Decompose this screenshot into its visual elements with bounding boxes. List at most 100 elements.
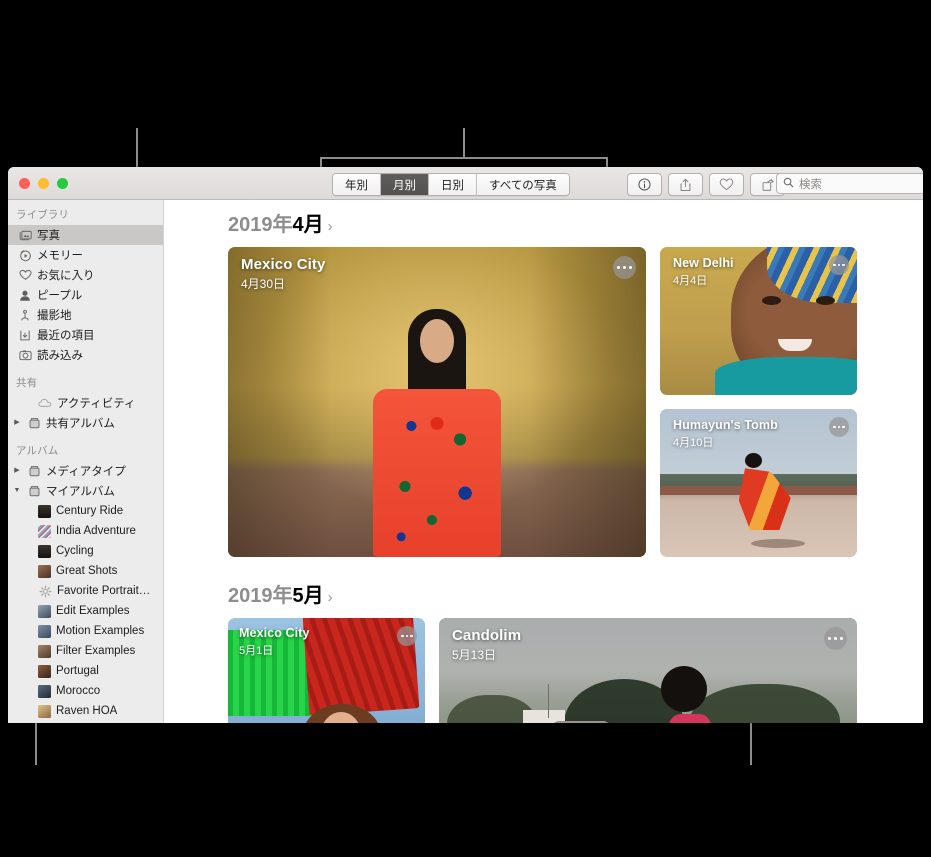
album-thumbnail <box>38 624 51 638</box>
view-mode-segmented-control[interactable]: 年別 月別 日別 すべての写真 <box>332 173 570 196</box>
sidebar-item-memories[interactable]: メモリー <box>8 245 163 265</box>
sidebar-item-label: Favorite Portrait… <box>57 585 151 597</box>
search-icon <box>783 175 794 193</box>
minimize-window-button[interactable] <box>38 178 49 189</box>
chevron-right-icon[interactable]: › <box>328 589 333 606</box>
ellipsis-icon <box>833 636 838 641</box>
album-thumbnail <box>38 564 51 578</box>
people-icon <box>18 288 32 302</box>
callout-albums-bottom-line <box>35 720 37 765</box>
month-header-april[interactable]: 2019年 4月 › <box>165 200 923 247</box>
chevron-right-icon[interactable]: › <box>328 218 333 235</box>
ellipsis-icon <box>405 634 409 638</box>
sidebar-item-import[interactable]: 読み込み <box>8 345 163 365</box>
chevron-down-icon[interactable]: ▼ <box>12 481 22 501</box>
ellipsis-icon <box>842 263 846 267</box>
photo-detail-face <box>420 319 454 363</box>
segment-all-photos[interactable]: すべての写真 <box>477 174 569 195</box>
traffic-lights <box>19 178 68 189</box>
sidebar-item-recents[interactable]: 最近の項目 <box>8 325 163 345</box>
sidebar-item-shared-albums[interactable]: ▶ 共有アルバム <box>8 413 163 433</box>
photo-card-more-button[interactable] <box>397 626 417 646</box>
sidebar-item-motion-examples[interactable]: Motion Examples <box>8 621 163 641</box>
sidebar-item-label: Great Shots <box>56 565 118 577</box>
sidebar-item-label: Cycling <box>56 545 94 557</box>
sidebar[interactable]: ライブラリ 写真 メモリー お気に入り ピープル 撮影地 最近の項目 読み込み … <box>8 200 164 723</box>
sidebar-item-label: Portugal <box>56 665 99 677</box>
album-thumbnail <box>38 704 51 718</box>
photo-card-more-button[interactable] <box>829 417 849 437</box>
favorite-button[interactable] <box>709 173 744 196</box>
sidebar-item-activity[interactable]: アクティビティ <box>8 393 163 413</box>
album-thumbnail <box>38 524 51 538</box>
sidebar-item-century-ride[interactable]: Century Ride <box>8 501 163 521</box>
sidebar-item-favorite-portraits[interactable]: Favorite Portrait… <box>8 581 163 601</box>
sidebar-item-label: メディアタイプ <box>46 466 126 478</box>
search-field[interactable]: 検索 <box>776 173 923 194</box>
album-thumbnail <box>38 644 51 658</box>
callout-toolbar-stem <box>463 128 465 158</box>
photo-card-more-button[interactable] <box>824 627 847 650</box>
info-icon <box>638 178 651 191</box>
album-thumbnail <box>38 684 51 698</box>
import-icon <box>18 348 32 362</box>
month-row-april: Mexico City 4月30日 New Delhi 4月4日 Humayun… <box>165 247 923 557</box>
places-icon <box>18 308 32 322</box>
photo-detail-shirt <box>715 356 857 395</box>
search-input[interactable]: 検索 <box>799 176 822 192</box>
memories-icon <box>18 248 32 262</box>
sidebar-section-header-library: ライブラリ <box>16 209 69 221</box>
photo-card-mexico-city-may[interactable]: Mexico City 5月1日 <box>228 618 425 723</box>
close-window-button[interactable] <box>19 178 30 189</box>
toolbar-button-group <box>627 173 785 196</box>
sidebar-item-media-types[interactable]: ▶ メディアタイプ <box>8 461 163 481</box>
ellipsis-icon <box>400 634 404 638</box>
zoom-window-button[interactable] <box>57 178 68 189</box>
photo-card-new-delhi[interactable]: New Delhi 4月4日 <box>660 247 857 395</box>
sidebar-item-label: India Adventure <box>56 525 136 537</box>
sidebar-item-great-shots[interactable]: Great Shots <box>8 561 163 581</box>
photo-card-humayuns-tomb[interactable]: Humayun's Tomb 4月10日 <box>660 409 857 557</box>
segment-days[interactable]: 日別 <box>429 174 477 195</box>
sidebar-item-india-adventure[interactable]: India Adventure <box>8 521 163 541</box>
sidebar-item-filter-examples[interactable]: Filter Examples <box>8 641 163 661</box>
photo-card-candolim[interactable]: Candolim 5月13日 <box>439 618 857 723</box>
month-header-may[interactable]: 2019年 5月 › <box>165 557 923 618</box>
sidebar-item-raven-hoa[interactable]: Raven HOA <box>8 701 163 721</box>
sidebar-item-people[interactable]: ピープル <box>8 285 163 305</box>
chevron-right-icon[interactable]: ▶ <box>12 413 22 433</box>
sidebar-item-morocco[interactable]: Morocco <box>8 681 163 701</box>
april-right-column: New Delhi 4月4日 Humayun's Tomb 4月10日 <box>660 247 857 557</box>
sidebar-item-places[interactable]: 撮影地 <box>8 305 163 325</box>
album-thumbnail <box>38 604 51 618</box>
album-thumbnail <box>38 544 51 558</box>
photo-card-more-button[interactable] <box>829 255 849 275</box>
sidebar-item-portugal[interactable]: Portugal <box>8 661 163 681</box>
chevron-right-icon[interactable]: ▶ <box>12 461 22 481</box>
photo-detail-eye-left <box>762 295 782 305</box>
sidebar-item-cycling[interactable]: Cycling <box>8 541 163 561</box>
ellipsis-icon <box>837 263 841 267</box>
sidebar-item-4th-of-july[interactable]: 4th of July <box>8 721 163 723</box>
ellipsis-icon <box>622 265 627 270</box>
ellipsis-icon <box>628 265 632 270</box>
photo-grid-content[interactable]: 2019年 4月 › Mexico City 4月30日 New Delhi 4… <box>165 200 923 723</box>
segment-months[interactable]: 月別 <box>381 174 429 195</box>
sidebar-item-edit-examples[interactable]: Edit Examples <box>8 601 163 621</box>
callout-toolbar-bracket-top <box>320 157 608 159</box>
sidebar-item-photos[interactable]: 写真 <box>8 225 163 245</box>
sidebar-item-label: Raven HOA <box>56 705 118 717</box>
segment-years[interactable]: 年別 <box>333 174 381 195</box>
ellipsis-icon <box>617 265 621 270</box>
sidebar-item-label: Filter Examples <box>56 645 136 657</box>
sidebar-item-label: 写真 <box>37 230 60 242</box>
photo-card-more-button[interactable] <box>613 256 636 279</box>
album-thumbnail <box>38 664 51 678</box>
ellipsis-icon <box>837 425 841 429</box>
sidebar-item-my-albums[interactable]: ▼ マイアルバム <box>8 481 163 501</box>
photo-detail-pendant <box>430 417 444 430</box>
sidebar-item-favorites[interactable]: お気に入り <box>8 265 163 285</box>
photo-card-mexico-city-april[interactable]: Mexico City 4月30日 <box>228 247 646 557</box>
info-button[interactable] <box>627 173 662 196</box>
share-button[interactable] <box>668 173 703 196</box>
